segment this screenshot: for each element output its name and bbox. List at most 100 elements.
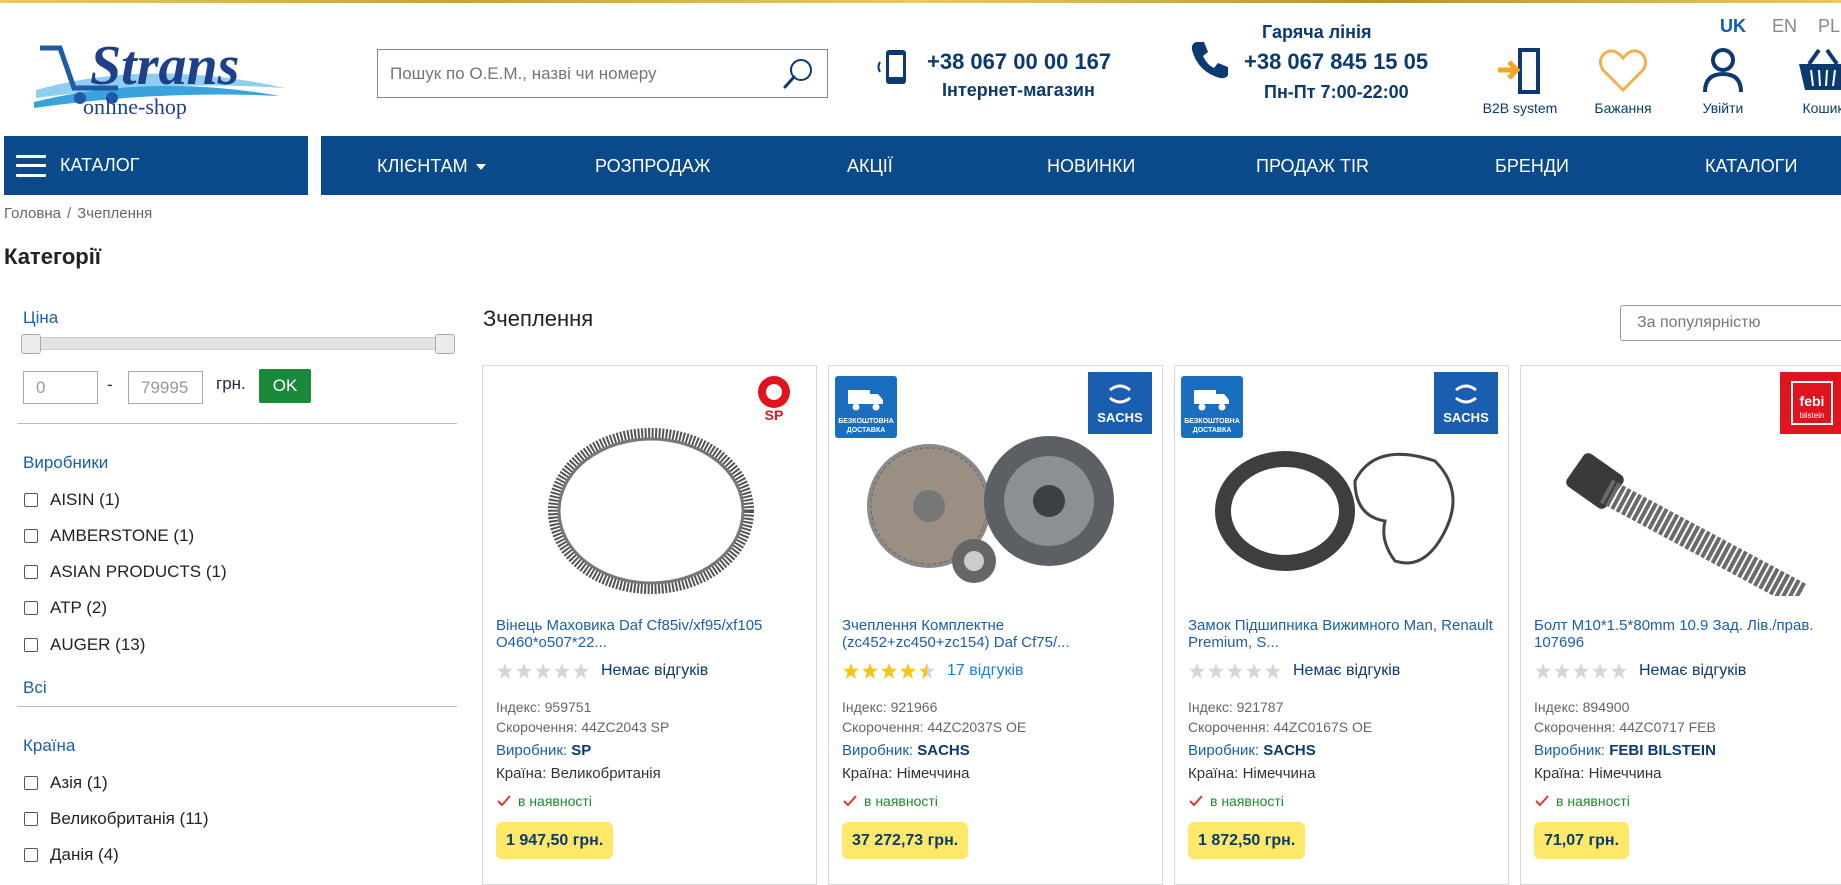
star-icon — [554, 663, 570, 679]
reviews-count[interactable]: Немає відгуків — [1293, 662, 1400, 680]
logo-subtext: online-shop — [83, 94, 187, 119]
phone-number-shop[interactable]: +38 067 00 00 167 — [927, 49, 1111, 75]
nav-item-new[interactable]: НОВИНКИ — [1047, 156, 1135, 177]
product-card[interactable]: БЕЗКОШТОВНА ДОСТАВКА SACHS Зчеплення Компл… — [828, 365, 1163, 885]
caret-down-icon — [475, 164, 486, 171]
manufacturer-checkbox[interactable]: AISIN (1) — [24, 490, 120, 510]
lang-en[interactable]: EN — [1772, 16, 1797, 37]
product-image — [548, 428, 754, 594]
country-checkbox[interactable]: Великобританія (11) — [24, 809, 209, 829]
nav-item-tir[interactable]: ПРОДАЖ TIR — [1256, 156, 1369, 177]
manufacturer-checkbox[interactable]: AMBERSTONE (1) — [24, 526, 194, 546]
star-icon — [573, 663, 589, 679]
product-maker: Виробник: SACHS — [842, 742, 970, 759]
in-stock-status: в наявності — [842, 793, 938, 809]
check-icon — [497, 795, 511, 807]
svg-text:bilstein: bilstein — [1800, 411, 1825, 420]
breadcrumb-home[interactable]: Головна — [4, 205, 61, 222]
product-country: Країна: Німеччина — [842, 765, 970, 782]
divider — [17, 423, 457, 424]
product-image — [1566, 453, 1808, 596]
user-icon — [1703, 48, 1743, 93]
lang-pl[interactable]: PL — [1818, 16, 1840, 37]
product-name[interactable]: Вінець Маховика Daf Cf85iv/xf95/xf105 O4… — [496, 617, 806, 651]
phone-number-hotline[interactable]: +38 067 845 15 05 — [1244, 49, 1428, 75]
star-icon — [862, 663, 878, 679]
hamburger-icon — [16, 154, 46, 177]
sort-select[interactable]: За популярністю — [1620, 305, 1841, 341]
product-short: Скорочення: 44ZC2037S OE — [842, 719, 1027, 735]
product-name[interactable]: Болт М10*1.5*80mm 10.9 Зад. Лів./прав. 1… — [1534, 617, 1841, 651]
checkbox[interactable] — [24, 565, 38, 579]
checkbox[interactable] — [24, 848, 38, 862]
product-index: Індекс: 959751 — [496, 699, 592, 715]
manufacturers-show-all[interactable]: Всі — [23, 678, 47, 698]
price-max-handle[interactable] — [435, 334, 455, 354]
star-icon — [1611, 663, 1627, 679]
page-title: Зчеплення — [483, 306, 594, 331]
reviews-count[interactable]: Немає відгуків — [601, 662, 708, 680]
wishlist-label: Бажання — [1594, 100, 1652, 116]
hotline-hours: Пн-Пт 7:00-22:00 — [1264, 82, 1409, 102]
manufacturer-checkbox[interactable]: AUGER (13) — [24, 635, 145, 655]
price-range-slider[interactable] — [21, 334, 455, 354]
search-icon[interactable] — [781, 57, 815, 91]
product-index: Індекс: 921966 — [842, 699, 938, 715]
catalog-menu-button[interactable]: КАТАЛОГ — [4, 136, 308, 195]
manufacturers-title: Виробники — [23, 453, 109, 472]
nav-item-sale[interactable]: РОЗПРОДАЖ — [595, 156, 710, 177]
price-dash: - — [107, 375, 113, 394]
b2b-link[interactable]: B2B system — [1478, 46, 1562, 116]
checkbox[interactable] — [24, 493, 38, 507]
rating: 17 відгуків — [842, 662, 1024, 680]
product-index: Індекс: 921787 — [1188, 699, 1284, 715]
lang-uk[interactable]: UK — [1720, 16, 1746, 37]
price-min-input[interactable]: 0 — [23, 371, 98, 404]
manufacturer-checkbox[interactable]: ATP (2) — [24, 598, 107, 618]
product-card[interactable]: SP Вінець Маховика Daf Cf85iv/xf95/xf105 … — [482, 365, 817, 885]
search-box[interactable] — [377, 49, 828, 98]
product-index: Індекс: 894900 — [1534, 699, 1630, 715]
wishlist-link[interactable]: Бажання — [1588, 46, 1658, 116]
reviews-count[interactable]: Немає відгуків — [1639, 662, 1746, 680]
product-image — [867, 436, 1114, 583]
logo-graphic: Strans online-shop — [34, 35, 285, 119]
product-name[interactable]: Замок Підшипника Вижимного Man, Renault … — [1188, 617, 1498, 651]
star-icon — [1592, 663, 1608, 679]
product-maker: Виробник: SACHS — [1188, 742, 1316, 759]
product-name[interactable]: Зчеплення Комплектне (zc452+zc450+zc154)… — [842, 617, 1152, 651]
categories-title: Категорії — [4, 244, 101, 269]
cart-link[interactable]: Кошик — [1793, 46, 1841, 116]
login-label: Увійти — [1702, 100, 1744, 116]
search-input[interactable] — [390, 63, 781, 84]
product-card[interactable]: febi bilstein Болт М10*1.5*80mm 10.9 Зад. … — [1520, 365, 1841, 885]
price-max-input[interactable]: 79995 — [128, 371, 203, 404]
product-country: Країна: Німеччина — [1188, 765, 1316, 782]
star-icon — [881, 663, 897, 679]
star-icon — [1227, 663, 1243, 679]
login-link[interactable]: Увійти — [1693, 46, 1753, 116]
product-image — [1215, 451, 1455, 571]
product-short: Скорочення: 44ZC2043 SP — [496, 719, 670, 735]
manufacturer-checkbox[interactable]: ASIAN PRODUCTS (1) — [24, 562, 227, 582]
star-icon — [497, 663, 513, 679]
checkbox[interactable] — [24, 601, 38, 615]
country-checkbox[interactable]: Азія (1) — [24, 773, 108, 793]
price-min-handle[interactable] — [21, 334, 41, 354]
price-ok-button[interactable]: OK — [259, 369, 311, 403]
nav-item-promos[interactable]: АКЦІЇ — [847, 156, 893, 177]
site-logo[interactable]: Strans online-shop — [30, 18, 292, 122]
product-card[interactable]: БЕЗКОШТОВНА ДОСТАВКА SACHS Замок Підшипник… — [1174, 365, 1509, 885]
nav-item-catalogs[interactable]: КАТАЛОГИ — [1705, 156, 1797, 177]
nav-item-brands[interactable]: БРЕНДИ — [1495, 156, 1569, 177]
nav-item-clients[interactable]: КЛІЄНТАМ — [377, 156, 486, 177]
mobile-phone-icon — [877, 50, 906, 84]
checkbox[interactable] — [24, 776, 38, 790]
country-checkbox[interactable]: Данія (4) — [24, 845, 119, 865]
heart-icon — [1598, 49, 1648, 93]
reviews-count[interactable]: 17 відгуків — [947, 662, 1024, 680]
cart-label: Кошик — [1802, 100, 1841, 116]
checkbox[interactable] — [24, 812, 38, 826]
checkbox[interactable] — [24, 529, 38, 543]
checkbox[interactable] — [24, 638, 38, 652]
